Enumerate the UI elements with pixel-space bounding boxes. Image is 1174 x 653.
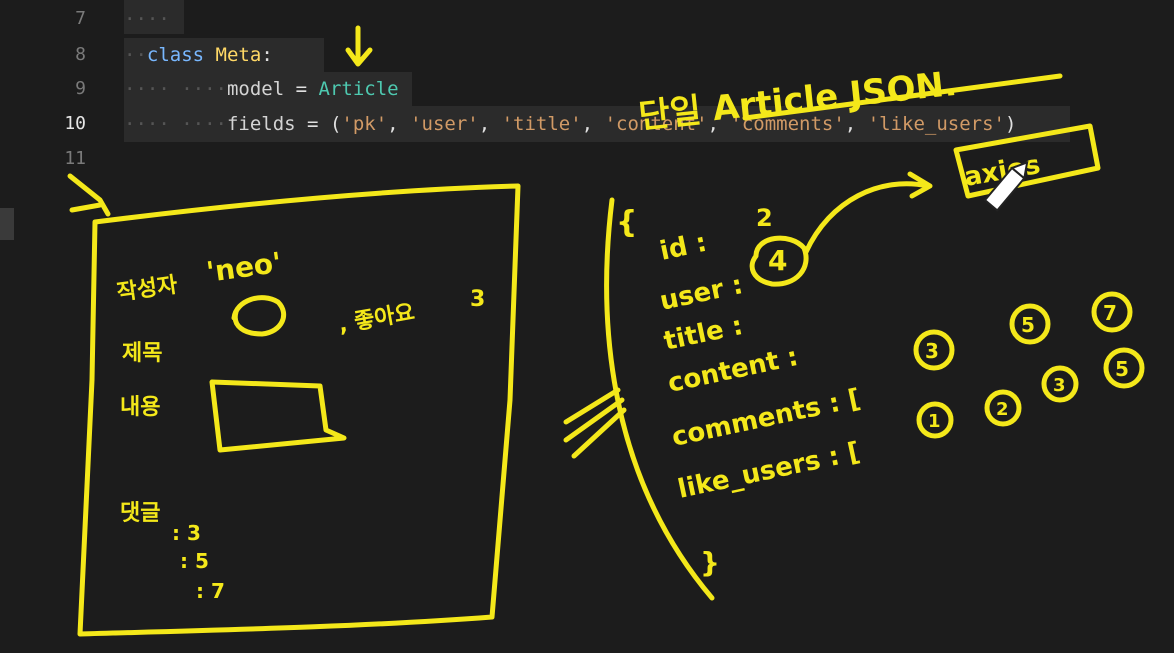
json-comments-value: 3 bbox=[925, 339, 939, 363]
json-like-users-value: 3 bbox=[1053, 375, 1066, 396]
json-comments-label: comments : [ bbox=[669, 384, 863, 453]
line-number: 10 bbox=[64, 113, 86, 134]
code-line-active: 10 ···· ····fields = ('pk', 'user', 'tit… bbox=[0, 107, 1174, 141]
comment-id: : 5 bbox=[180, 549, 209, 573]
title-label: 제목 bbox=[122, 341, 162, 366]
code-editor[interactable]: 7 ···· 8 ··class Meta: 9 ···· ····model … bbox=[0, 0, 1174, 175]
json-like-users-label: like_users : [ bbox=[675, 437, 863, 505]
content-label: 내용 bbox=[120, 395, 160, 420]
line-number: 9 bbox=[75, 78, 86, 99]
line-number: 8 bbox=[75, 44, 86, 65]
title-blank-circle bbox=[231, 295, 286, 337]
writer-value: 'neo' bbox=[204, 246, 283, 289]
arrow-to-axios bbox=[803, 171, 933, 255]
operator: = bbox=[307, 113, 319, 135]
indent-guide: ···· bbox=[124, 8, 170, 30]
content-box bbox=[209, 379, 347, 453]
ui-sketch-box bbox=[77, 183, 521, 637]
string: 'pk' bbox=[341, 113, 388, 135]
paren: ) bbox=[1004, 113, 1017, 135]
keyword: class bbox=[146, 44, 205, 66]
json-content-label: content : bbox=[665, 342, 801, 399]
line-number: 7 bbox=[75, 8, 86, 29]
json-like-users-value: 5 bbox=[1115, 357, 1129, 381]
json-bracket-line bbox=[604, 197, 715, 601]
json-like-users-value: 1 bbox=[928, 411, 941, 432]
operator: = bbox=[295, 78, 308, 100]
json-user-value: 4 bbox=[768, 244, 787, 277]
like-label: , 좋아요 bbox=[337, 300, 417, 338]
comment-id: : 7 bbox=[196, 579, 225, 603]
line-number: 11 bbox=[64, 148, 86, 169]
code-line: 8 ··class Meta: bbox=[0, 38, 1174, 72]
attribute-name: model bbox=[226, 78, 285, 100]
json-title-label: title : bbox=[661, 311, 745, 357]
string: 'comments' bbox=[730, 113, 845, 135]
code-line: 9 ···· ····model = Article bbox=[0, 72, 1174, 106]
code-line: 11 bbox=[0, 142, 1174, 176]
code-line: 7 ···· bbox=[0, 2, 1174, 36]
json-close-brace: } bbox=[700, 546, 720, 579]
json-like-users-value: 2 bbox=[996, 399, 1009, 420]
json-id-label: id : bbox=[657, 228, 709, 267]
scrollbar-marker bbox=[0, 208, 14, 240]
comments-label: 댓글 bbox=[120, 501, 160, 526]
json-id-value: 2 bbox=[756, 204, 773, 232]
attribute-name: fields bbox=[226, 113, 296, 135]
json-open-brace: { bbox=[616, 205, 637, 240]
string: 'content' bbox=[604, 113, 708, 135]
json-comments-value: 7 bbox=[1103, 301, 1117, 325]
string: 'title' bbox=[501, 113, 582, 135]
paren: ( bbox=[329, 113, 342, 135]
user-id-circle bbox=[749, 235, 809, 287]
arrow-strokes bbox=[563, 387, 627, 459]
corner-mark bbox=[67, 173, 111, 217]
writer-label: 작성자 bbox=[115, 273, 179, 306]
json-user-label: user : bbox=[657, 270, 745, 317]
like-count: 3 bbox=[470, 287, 485, 312]
class-name: Meta bbox=[215, 44, 262, 66]
json-comments-value: 5 bbox=[1021, 313, 1035, 337]
model-name: Article bbox=[318, 78, 399, 100]
string: 'user' bbox=[410, 113, 479, 135]
comment-id: : 3 bbox=[172, 521, 201, 545]
string: 'like_users' bbox=[867, 113, 1005, 135]
colon: : bbox=[261, 44, 273, 66]
